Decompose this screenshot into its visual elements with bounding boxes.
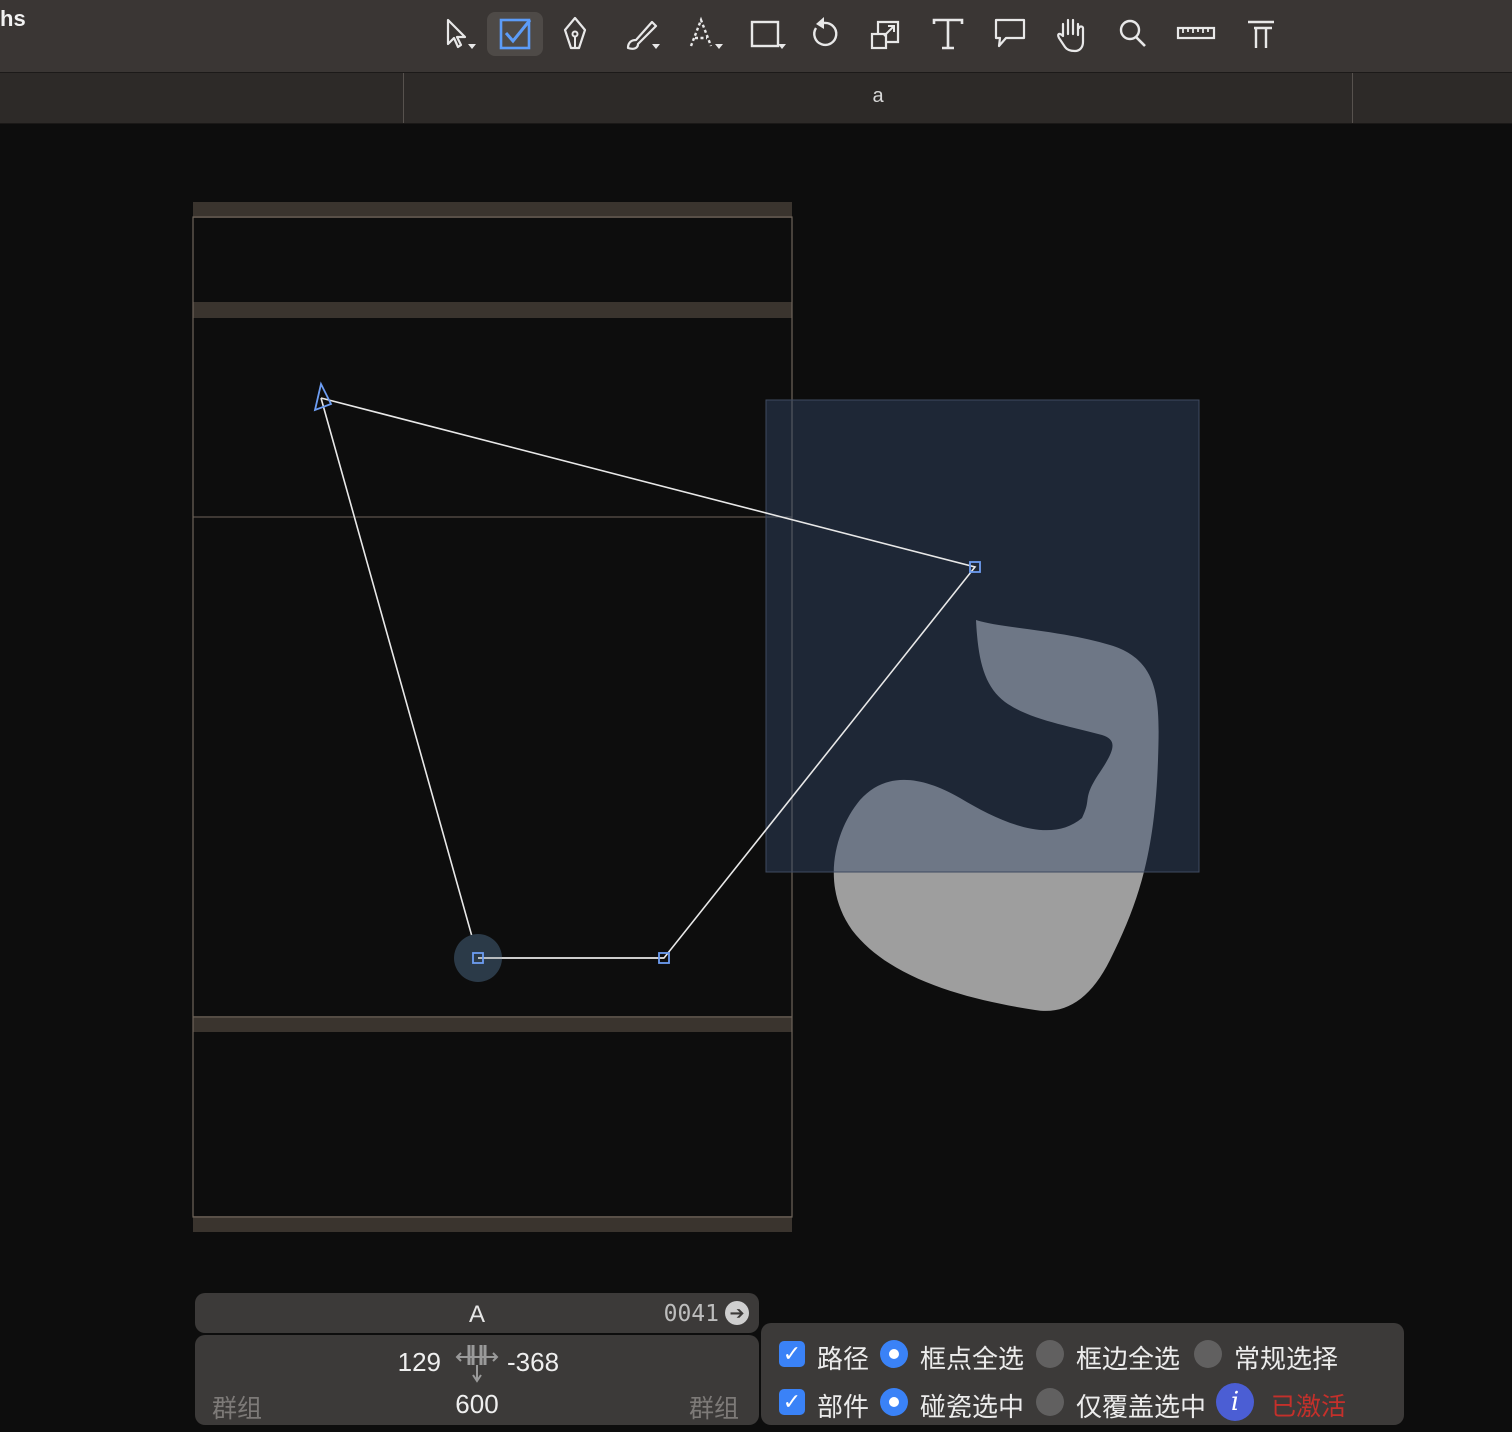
arrow-cursor-icon bbox=[446, 18, 476, 49]
scale-icon bbox=[870, 20, 900, 50]
descender-band bbox=[193, 1216, 792, 1232]
cover-select-label: 仅覆盖选中 bbox=[1076, 1392, 1207, 1422]
advance-width-value[interactable]: 600 bbox=[195, 1389, 759, 1420]
cap-height-band bbox=[193, 302, 792, 318]
rectangle-tool-button[interactable] bbox=[738, 12, 794, 56]
glyph-unicode[interactable]: 0041 bbox=[664, 1301, 719, 1327]
path-label: 路径 bbox=[817, 1344, 870, 1374]
rotate-icon bbox=[813, 17, 838, 47]
magnifier-icon bbox=[1119, 19, 1146, 47]
arrow-right-circle-icon[interactable]: ➔ bbox=[725, 1301, 749, 1325]
component-label: 部件 bbox=[817, 1392, 870, 1422]
hand-icon bbox=[1057, 18, 1085, 53]
measure-tool-button[interactable] bbox=[1168, 12, 1224, 56]
glyph-canvas[interactable] bbox=[0, 124, 1512, 1284]
info-icon[interactable]: i bbox=[1216, 1383, 1254, 1421]
text-tool-button[interactable] bbox=[920, 12, 976, 56]
select-tool-button[interactable] bbox=[430, 12, 486, 56]
pen-tool-button[interactable] bbox=[547, 12, 603, 56]
hand-tool-button[interactable] bbox=[1043, 12, 1099, 56]
zoom-tool-button[interactable] bbox=[1105, 12, 1161, 56]
radio-select-all-points[interactable] bbox=[880, 1340, 908, 1368]
scale-tool-button[interactable] bbox=[858, 12, 914, 56]
selection-marquee bbox=[765, 399, 1200, 873]
select-all-points-label: 框点全选 bbox=[920, 1344, 1025, 1374]
ascender-band bbox=[193, 202, 792, 218]
right-sidebearing-value[interactable]: -368 bbox=[507, 1347, 559, 1378]
rotate-tool-button[interactable] bbox=[796, 12, 852, 56]
dotted-text-tool-button[interactable] bbox=[677, 12, 733, 56]
radio-normal-select[interactable] bbox=[1194, 1340, 1222, 1368]
radio-touch-select[interactable] bbox=[880, 1388, 908, 1416]
checkbox-icon bbox=[499, 18, 532, 50]
select-all-tool-button[interactable] bbox=[487, 12, 543, 56]
brush-icon bbox=[626, 20, 660, 50]
tab-bar: a bbox=[0, 73, 1512, 124]
select-all-edges-label: 框边全选 bbox=[1076, 1344, 1181, 1374]
touch-select-label: 碰瓷选中 bbox=[920, 1392, 1025, 1422]
left-sidebearing-value[interactable]: 129 bbox=[391, 1347, 441, 1378]
glyph-bounds bbox=[192, 216, 793, 1218]
path-checkbox[interactable]: ✓ bbox=[779, 1341, 805, 1367]
right-group-label[interactable]: 群组 bbox=[689, 1389, 739, 1425]
tab-divider bbox=[1352, 73, 1353, 123]
component-checkbox[interactable]: ✓ bbox=[779, 1389, 805, 1415]
normal-select-label: 常规选择 bbox=[1234, 1344, 1339, 1374]
type-icon bbox=[1248, 20, 1274, 48]
tab-glyph-a[interactable]: a bbox=[404, 85, 1352, 108]
annotation-tool-button[interactable] bbox=[982, 12, 1038, 56]
app-title: hs bbox=[0, 6, 26, 31]
pen-nib-icon bbox=[563, 16, 587, 50]
metrics-panel: 129 -368 群组 600 群组 bbox=[195, 1335, 759, 1425]
advance-width-icon bbox=[455, 1345, 499, 1383]
speech-bubble-icon bbox=[994, 18, 1026, 48]
toolbar: hs bbox=[0, 0, 1512, 73]
glyph-info-bar: A 0041 ➔ bbox=[195, 1293, 759, 1333]
start-point-icon[interactable] bbox=[313, 381, 333, 412]
baseline-band bbox=[193, 1016, 792, 1032]
radio-cover-select[interactable] bbox=[1036, 1388, 1064, 1416]
status-badge: 已激活 bbox=[1271, 1393, 1347, 1421]
dotted-a-icon bbox=[689, 16, 723, 49]
radio-select-all-edges[interactable] bbox=[1036, 1340, 1064, 1368]
brush-tool-button[interactable] bbox=[612, 12, 668, 56]
rectangle-icon bbox=[750, 20, 786, 49]
type-tool-button[interactable] bbox=[1232, 12, 1288, 56]
selection-options-panel: ✓ 路径 框点全选 框边全选 常规选择 ✓ 部件 碰瓷选中 仅覆盖选中 i 已激… bbox=[761, 1323, 1404, 1425]
ruler-icon bbox=[1176, 26, 1216, 40]
text-icon bbox=[932, 18, 964, 50]
